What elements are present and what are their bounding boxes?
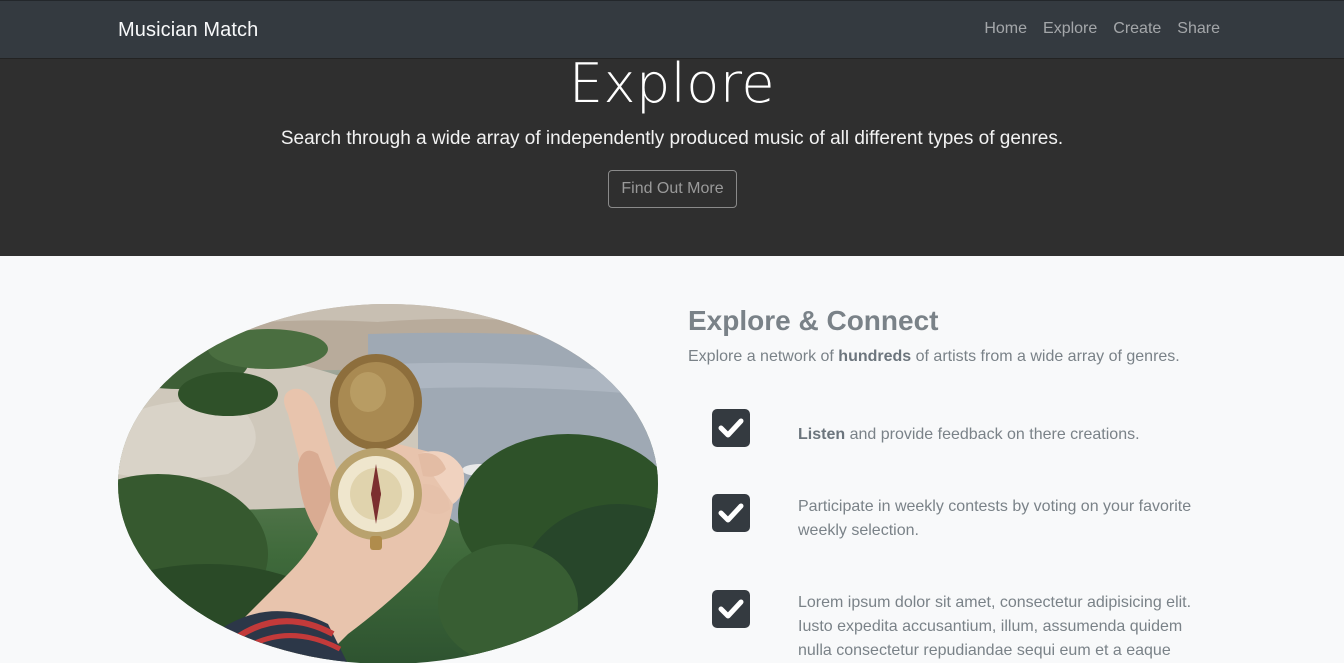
- intro-text-end: of artists from a wide array of genres.: [911, 348, 1180, 365]
- intro-text-start: Explore a network of: [688, 348, 839, 365]
- nav-link-create[interactable]: Create: [1113, 20, 1161, 38]
- feature-text: Lorem ipsum dolor sit amet, consectetur …: [798, 594, 1192, 659]
- check-square-icon: [712, 494, 750, 532]
- navbar: Musician Match Home Explore Create Share: [0, 0, 1344, 58]
- check-square-icon: [712, 409, 750, 447]
- nav-link-explore[interactable]: Explore: [1043, 20, 1097, 38]
- find-out-more-button[interactable]: Find Out More: [608, 170, 737, 208]
- intro-text-bold: hundreds: [838, 348, 912, 365]
- hero-subtitle: Search through a wide array of independe…: [280, 128, 1064, 149]
- check-square-icon: [712, 590, 750, 628]
- hero-section: Explore Search through a wide array of i…: [0, 52, 1344, 256]
- nav-link-home[interactable]: Home: [984, 20, 1027, 38]
- feature-text: Participate in weekly contests by voting…: [798, 498, 1192, 539]
- feature-text-bold: Listen: [798, 426, 846, 443]
- feature-text-body: and provide feedback on there creations.: [845, 426, 1140, 443]
- hero-title: Explore: [568, 52, 776, 115]
- compass-photo: [118, 304, 658, 663]
- nav-links: Home Explore Create Share: [984, 20, 1220, 38]
- feature-text: Listen and provide feedback on there cre…: [798, 423, 1198, 447]
- nav-link-share[interactable]: Share: [1177, 20, 1220, 38]
- section-title: Explore & Connect: [688, 305, 939, 336]
- brand-link[interactable]: Musician Match: [118, 19, 258, 42]
- section-intro: Explore a network of hundreds of artists…: [688, 348, 1248, 366]
